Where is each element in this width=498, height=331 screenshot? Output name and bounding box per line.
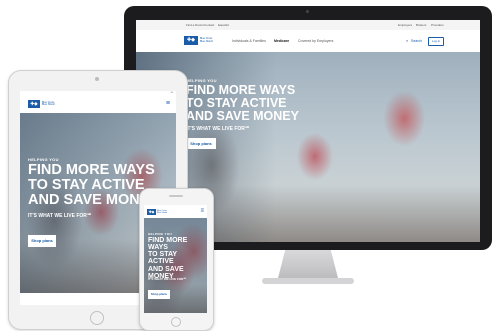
desktop-hero-tagline: IT'S WHAT WE LIVE FOR℠	[186, 126, 250, 132]
phone-device: ✚◆ Blue Cross Blue Shield ≡ HELPING YOU …	[139, 188, 214, 331]
utility-link-employers[interactable]: Employers	[398, 23, 412, 27]
desktop-main-nav: ✚◆ Blue Cross Blue Shield Individuals & …	[136, 30, 480, 53]
hero-title-line2: TO STAY ACTIVE	[148, 251, 177, 266]
bcbs-logo-icon: ✚◆	[28, 100, 40, 108]
tablet-header: ✚◆ Blue Cross Blue Shield ≡	[20, 96, 176, 114]
hero-title-line2: TO STAY ACTIVE	[28, 176, 145, 193]
utility-link-contact[interactable]: Contact	[204, 23, 214, 27]
hero-title-line1: FIND MORE WAYS	[186, 83, 296, 97]
tablet-hero-tagline: IT'S WHAT WE LIVE FOR℠	[28, 213, 92, 219]
monitor-camera	[306, 10, 309, 13]
hero-title-line2: TO STAY ACTIVE	[186, 95, 287, 110]
hero-title-line3: AND SAVE MONEY	[186, 108, 299, 123]
bcbs-logo-icon: ✚◆	[147, 209, 156, 215]
search-link[interactable]: Search	[411, 39, 422, 43]
brand-name: Blue Cross Blue Shield	[200, 37, 213, 43]
brand-name: Blue Cross Blue Shield	[157, 210, 168, 214]
phone-screen: ✚◆ Blue Cross Blue Shield ≡ HELPING YOU …	[144, 205, 207, 313]
utility-link-brokers[interactable]: Brokers	[416, 23, 426, 27]
phone-hero-tagline: IT'S WHAT WE LIVE FOR℠	[148, 277, 187, 281]
phone-hero-eyebrow: HELPING YOU	[148, 232, 172, 236]
search-icon[interactable]: ⌕	[406, 38, 408, 43]
phone-home-button[interactable]	[171, 317, 181, 327]
utility-link-espanol[interactable]: Español	[218, 23, 229, 27]
tablet-camera	[95, 77, 99, 81]
desktop-hero-title: FIND MORE WAYS TO STAY ACTIVE AND SAVE M…	[186, 84, 299, 122]
bcbs-logo-icon: ✚◆	[184, 36, 198, 45]
brand-name: Blue Cross Blue Shield	[42, 100, 55, 106]
phone-logo[interactable]: ✚◆ Blue Cross Blue Shield	[147, 209, 169, 215]
utility-link-providers[interactable]: Providers	[431, 23, 444, 27]
utility-link-find-doctor[interactable]: Find a Doctor	[186, 23, 204, 27]
phone-hero-image: HELPING YOU FIND MORE WAYS TO STAY ACTIV…	[144, 218, 207, 313]
monitor-stand-neck	[278, 250, 338, 278]
desktop-logo[interactable]: ✚◆ Blue Cross Blue Shield	[184, 36, 216, 45]
hero-title-line1: FIND MORE WAYS	[148, 237, 188, 252]
phone-speaker	[169, 195, 183, 197]
desktop-shop-plans-button[interactable]: Shop plans	[186, 138, 216, 149]
hero-title-line1: FIND MORE WAYS	[28, 162, 155, 178]
tablet-menu-icon[interactable]: ≡	[166, 100, 170, 107]
tablet-home-button[interactable]	[90, 311, 104, 325]
phone-menu-icon[interactable]: ≡	[200, 208, 204, 214]
nav-individuals-families[interactable]: Individuals & Families	[232, 39, 266, 43]
login-button[interactable]: Log in	[428, 37, 444, 46]
nav-covered-employers[interactable]: Covered by Employers	[298, 39, 333, 43]
tablet-logo[interactable]: ✚◆ Blue Cross Blue Shield	[28, 100, 58, 108]
tablet-shop-plans-button[interactable]: Shop plans	[28, 235, 56, 247]
tablet-battery-icon: ▭	[170, 91, 173, 94]
monitor-stand-base	[262, 278, 354, 284]
phone-hero-title: FIND MORE WAYS TO STAY ACTIVE AND SAVE M…	[148, 237, 192, 280]
nav-medicare[interactable]: Medicare	[274, 39, 289, 43]
phone-shop-plans-button[interactable]: Shop plans	[148, 290, 170, 299]
